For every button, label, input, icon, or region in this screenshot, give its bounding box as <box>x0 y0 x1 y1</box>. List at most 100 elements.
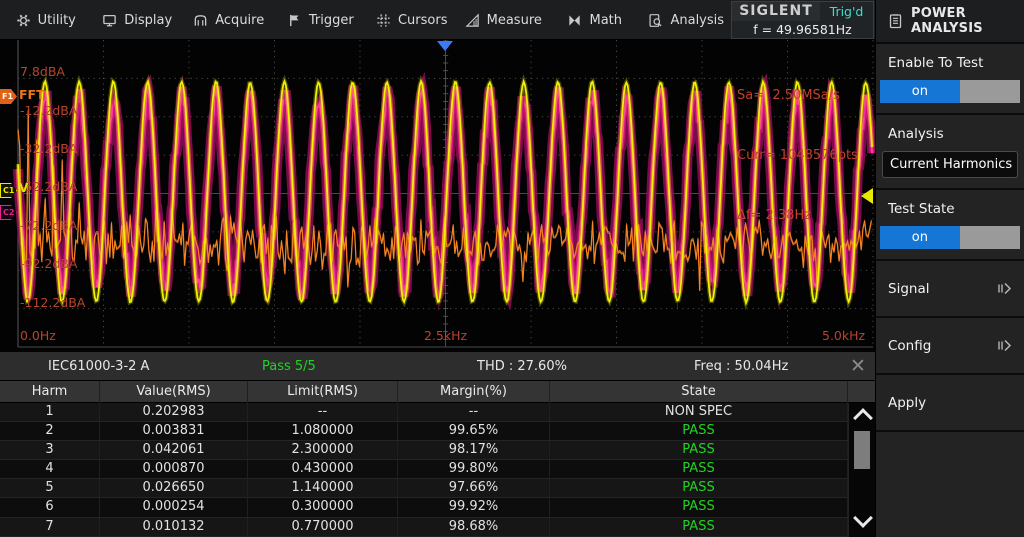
enable-to-test-toggle[interactable]: on <box>880 80 1020 103</box>
col-limit: Limit(RMS) <box>248 381 398 403</box>
toggle-on-value: on <box>880 80 960 103</box>
test-state-toggle[interactable]: on <box>880 226 1020 249</box>
cell-value: 0.003831 <box>100 422 248 440</box>
cell-harm: 7 <box>0 518 100 536</box>
cell-limit: 0.430000 <box>248 460 398 478</box>
trigger-position-marker[interactable] <box>437 41 453 51</box>
pass-status: Pass 5/5 <box>262 352 316 381</box>
col-harm: Harm <box>0 381 100 403</box>
cell-margin: 97.66% <box>398 479 550 497</box>
analysis-label: Analysis <box>880 123 1020 142</box>
waveform-display: 7.8dBA -12.2dBA -32.2dBA -52.2dBA -72.2dBA -9… <box>0 40 875 352</box>
menu-item-label: Math <box>589 13 622 28</box>
acquire-icon <box>193 13 208 28</box>
acquisition-info: Sa= 2.50MSa/s Curr= 1048576pts Δf= 2.38H… <box>737 46 858 266</box>
fft-scale-label: 7.8dBA <box>20 64 65 79</box>
menu-item-label: Acquire <box>215 13 264 28</box>
menu-item-measure[interactable]: Measure <box>458 0 550 40</box>
col-state: State <box>550 381 848 403</box>
scrollbar-thumb[interactable] <box>854 431 870 469</box>
fft-scale-label: -32.2dBA <box>20 141 77 156</box>
menu-item-label: Measure <box>487 13 542 28</box>
scroll-up-icon[interactable] <box>849 405 876 429</box>
apply-button[interactable]: Apply <box>876 375 1024 432</box>
thd-readout: THD : 27.60% <box>477 352 567 381</box>
table-row[interactable]: 30.0420612.30000098.17%PASS <box>0 441 848 460</box>
fft-scale-label: -52.2dBA <box>20 179 77 194</box>
oscilloscope-screen: Utility Display Acquire Trigger Cursors Measu… <box>0 0 1024 537</box>
power-analysis-panel: POWER ANALYSIS Enable To Test on Analysi… <box>875 0 1024 537</box>
menu-item-label: Utility <box>38 13 76 28</box>
cursors-grid-icon <box>376 13 391 28</box>
menu-item-display[interactable]: Display <box>92 0 184 40</box>
trigger-status-block: SIGLENT Trig'd f = 49.96581Hz <box>731 1 874 39</box>
top-menu-bar: Utility Display Acquire Trigger Cursors Measu… <box>0 0 875 40</box>
cell-harm: 6 <box>0 498 100 516</box>
cell-margin: -- <box>398 403 550 421</box>
trigger-level-marker[interactable] <box>861 188 873 204</box>
frequency-readout: f = 49.96581Hz <box>732 21 873 38</box>
freq-axis-end: 5.0kHz <box>822 328 865 343</box>
cell-limit: 1.080000 <box>248 422 398 440</box>
table-row[interactable]: 40.0008700.43000099.80%PASS <box>0 460 848 479</box>
table-row[interactable]: 10.202983----NON SPEC <box>0 403 848 422</box>
fft-scale-label: -92.2dBA <box>20 256 77 271</box>
table-scrollbar <box>848 403 875 537</box>
panel-header: POWER ANALYSIS <box>876 0 1024 44</box>
menu-item-label: Trigger <box>309 13 354 28</box>
gear-icon <box>16 13 31 28</box>
config-menu-item[interactable]: Config <box>876 318 1024 375</box>
table-row[interactable]: 70.0101320.77000098.68%PASS <box>0 518 848 537</box>
menu-item-label: Display <box>124 13 172 28</box>
cell-state: PASS <box>550 479 848 497</box>
doc-magnifier-icon <box>648 13 663 28</box>
menu-item-math[interactable]: Math <box>549 0 641 40</box>
cell-margin: 98.17% <box>398 441 550 459</box>
table-status-bar: IEC61000-3-2 A Pass 5/5 THD : 27.60% Fre… <box>0 352 875 381</box>
scroll-down-icon[interactable] <box>849 509 876 533</box>
menu-item-acquire[interactable]: Acquire <box>183 0 275 40</box>
col-margin: Margin(%) <box>398 381 550 403</box>
cell-limit: 0.300000 <box>248 498 398 516</box>
test-state-section: Test State on <box>876 190 1024 261</box>
signal-label: Signal <box>888 281 929 297</box>
test-standard: IEC61000-3-2 A <box>48 352 149 381</box>
fft-scale-label: -112.2dBA <box>20 295 85 310</box>
col-spacer <box>848 381 875 403</box>
monitor-icon <box>102 13 117 28</box>
table-row[interactable]: 50.0266501.14000097.66%PASS <box>0 479 848 498</box>
menu: Utility Display Acquire Trigger Cursors Measu… <box>0 0 732 40</box>
sample-rate: Sa= 2.50MSa/s <box>737 86 858 106</box>
fft-scale-label: -12.2dBA <box>20 103 77 118</box>
cell-state: PASS <box>550 518 848 536</box>
cell-value: 0.000870 <box>100 460 248 478</box>
cell-limit: 0.770000 <box>248 518 398 536</box>
analysis-section: Analysis Current Harmonics <box>876 115 1024 190</box>
harmonics-test-table: IEC61000-3-2 A Pass 5/5 THD : 27.60% Fre… <box>0 352 875 537</box>
cell-state: PASS <box>550 441 848 459</box>
cell-harm: 5 <box>0 479 100 497</box>
close-icon[interactable]: ✕ <box>846 353 870 380</box>
cell-value: 0.042061 <box>100 441 248 459</box>
menu-item-utility[interactable]: Utility <box>0 0 92 40</box>
menu-item-cursors[interactable]: Cursors <box>366 0 458 40</box>
config-label: Config <box>888 338 931 354</box>
cell-value: 0.026650 <box>100 479 248 497</box>
fft-trace-label: FFT <box>19 87 45 102</box>
menu-item-trigger[interactable]: Trigger <box>275 0 367 40</box>
table-row[interactable]: 60.0002540.30000099.92%PASS <box>0 498 848 517</box>
cell-value: 0.010132 <box>100 518 248 536</box>
menu-item-label: Cursors <box>398 13 448 28</box>
toggle-on-value: on <box>880 226 960 249</box>
fft-scale-label: -72.2dBA <box>20 218 77 233</box>
analysis-dropdown[interactable]: Current Harmonics <box>882 151 1018 178</box>
menu-item-analysis[interactable]: Analysis <box>641 0 733 40</box>
cell-state: PASS <box>550 422 848 440</box>
col-value: Value(RMS) <box>100 381 248 403</box>
test-state-label: Test State <box>880 198 1020 217</box>
cell-limit: 1.140000 <box>248 479 398 497</box>
signal-menu-item[interactable]: Signal <box>876 261 1024 318</box>
freq-axis-start: 0.0Hz <box>20 328 56 343</box>
cell-limit: 2.300000 <box>248 441 398 459</box>
table-row[interactable]: 20.0038311.08000099.65%PASS <box>0 422 848 441</box>
